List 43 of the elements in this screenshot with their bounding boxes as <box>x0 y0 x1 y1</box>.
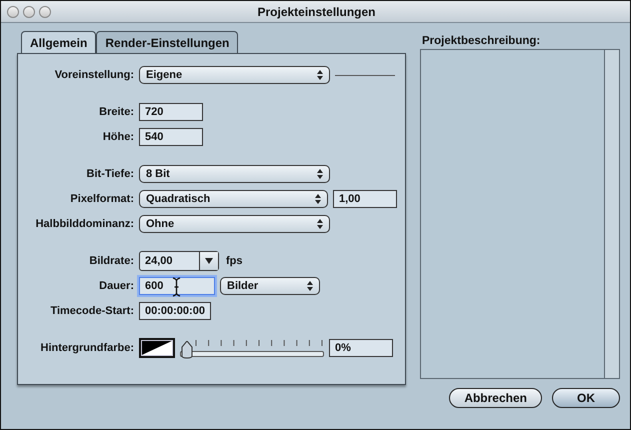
text-field[interactable]: 1,00 <box>333 190 397 208</box>
dropdown-arrow-icon <box>205 258 213 264</box>
popup-menu[interactable]: Ohne <box>139 215 330 233</box>
updown-arrows-icon <box>317 219 323 229</box>
tab[interactable]: Render-Einstellungen <box>96 31 238 53</box>
text-field[interactable]: 540 <box>139 128 203 146</box>
text-field[interactable]: 600 <box>139 277 215 295</box>
field-label: Pixelformat: <box>69 193 134 205</box>
dialog-button[interactable]: Abbrechen <box>449 388 542 408</box>
slider-thumb[interactable] <box>181 340 193 358</box>
dialog-button[interactable]: OK <box>552 388 620 408</box>
description-label: Projektbeschreibung: <box>421 34 542 49</box>
combo-box[interactable]: 24,00 <box>139 251 219 271</box>
text-field[interactable]: 0% <box>329 339 393 357</box>
field-label: Timecode-Start: <box>49 305 134 317</box>
slider[interactable] <box>180 340 324 356</box>
field-label: Bildrate: <box>88 255 134 267</box>
field-label: Voreinstellung: <box>54 69 134 81</box>
window-control-icon[interactable] <box>23 6 35 18</box>
updown-arrows-icon <box>315 194 321 204</box>
field-label: Dauer: <box>98 280 134 292</box>
popup-menu[interactable]: Eigene <box>139 66 330 84</box>
color-well[interactable] <box>139 338 175 358</box>
unit-label: fps <box>226 255 242 267</box>
field-label: Höhe: <box>102 131 134 143</box>
field-label: Halbbilddominanz: <box>34 218 134 230</box>
window-control-icon[interactable] <box>39 6 51 18</box>
updown-arrows-icon <box>317 169 323 179</box>
popup-menu[interactable]: 8 Bit <box>139 165 330 183</box>
popup-menu[interactable]: Quadratisch <box>139 190 328 208</box>
field-label: Breite: <box>98 106 134 118</box>
window-title: Projekteinstellungen <box>256 4 377 18</box>
text-cursor-icon <box>172 277 181 297</box>
text-field[interactable]: 720 <box>139 103 203 121</box>
field-label: Hintergrundfarbe: <box>40 342 134 354</box>
field-label: Bit-Tiefe: <box>86 168 134 180</box>
updown-arrows-icon <box>317 70 323 80</box>
updown-arrows-icon <box>307 281 313 291</box>
description-text-area[interactable] <box>420 49 620 379</box>
popup-menu[interactable]: Bilder <box>220 277 320 295</box>
window-control-icon[interactable] <box>7 6 19 18</box>
tab[interactable]: Allgemein <box>21 31 96 53</box>
text-field[interactable]: 00:00:00:00 <box>139 302 211 320</box>
